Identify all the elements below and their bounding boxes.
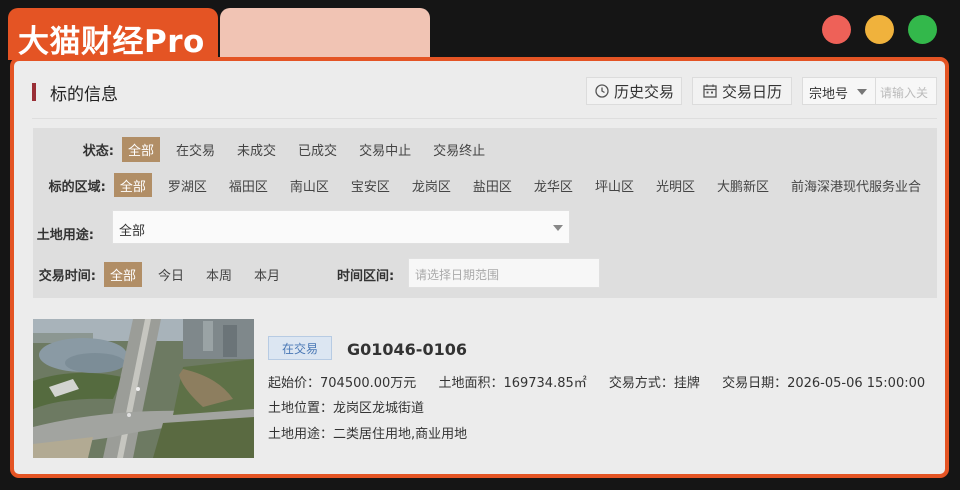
history-trades-label: 历史交易 [613, 82, 674, 101]
close-window-button[interactable] [822, 15, 851, 44]
minimize-window-button[interactable] [865, 15, 894, 44]
area-option-baoan[interactable]: 宝安区 [345, 173, 396, 197]
chevron-down-icon [857, 89, 867, 95]
header-divider [32, 118, 937, 119]
main-content: 标的信息 历史交易 交易日历 宗地号 请输入关 状态: 全部 在交易 未成交 已… [14, 61, 937, 474]
area-option-longhua[interactable]: 龙华区 [528, 173, 579, 197]
land-use-info: 土地用途：二类居住用地,商业用地 [268, 427, 468, 442]
status-filter-label: 状态: [82, 143, 114, 159]
clock-icon [595, 84, 609, 98]
area-filter-label: 标的区域: [48, 179, 106, 195]
section-accent-bar [32, 83, 36, 101]
land-aerial-photo[interactable] [33, 319, 254, 458]
area-option-qianhai[interactable]: 前海深港现代服务业合 [785, 173, 927, 197]
status-option-trading[interactable]: 在交易 [170, 137, 221, 162]
time-option-week[interactable]: 本周 [200, 262, 238, 287]
status-filter-row: 状态: 全部 在交易 未成交 已成交 交易中止 交易终止 [44, 136, 501, 162]
time-option-all[interactable]: 全部 [104, 261, 143, 287]
land-use-select-value: 全部 [119, 224, 146, 239]
chevron-down-icon [553, 225, 563, 231]
area-option-guangming[interactable]: 光明区 [650, 173, 701, 197]
start-price: 起始价：704500.00万元 [268, 376, 417, 391]
status-option-sold[interactable]: 已成交 [292, 137, 343, 162]
land-use-select[interactable]: 全部 [112, 210, 570, 244]
area-option-yantian[interactable]: 盐田区 [467, 173, 518, 197]
status-option-all[interactable]: 全部 [122, 136, 161, 162]
area-option-pingshan[interactable]: 坪山区 [589, 173, 640, 197]
area-option-all[interactable]: 全部 [113, 173, 152, 197]
listing-code[interactable]: G01046-0106 [347, 340, 467, 359]
trade-method: 交易方式：挂牌 [608, 376, 700, 391]
time-option-today[interactable]: 今日 [152, 262, 190, 287]
date-range-input[interactable]: 请选择日期范围 [408, 258, 600, 288]
search-input[interactable]: 请输入关 [876, 77, 937, 105]
maximize-window-button[interactable] [908, 15, 937, 44]
area-option-longgang[interactable]: 龙岗区 [406, 173, 457, 197]
brand-title: 大猫财经Pro [18, 24, 205, 60]
trade-calendar-button[interactable]: 交易日历 [692, 77, 792, 105]
brand-tab[interactable]: 大猫财经Pro [8, 8, 218, 60]
browser-tab[interactable] [220, 8, 430, 58]
search-type-value: 宗地号 [809, 87, 849, 102]
status-option-unsold[interactable]: 未成交 [231, 137, 282, 162]
land-area: 土地面积：169734.85㎡ [438, 376, 587, 391]
land-use-filter-row: 土地用途: [24, 221, 102, 245]
section-title: 标的信息 [50, 85, 118, 105]
time-interval-label: 时间区间: [337, 269, 395, 284]
calendar-icon [703, 84, 717, 98]
status-option-terminated[interactable]: 交易终止 [427, 137, 491, 162]
trade-date: 交易日期：2026-05-06 15:00:00 [722, 376, 926, 391]
status-option-suspended[interactable]: 交易中止 [353, 137, 417, 162]
history-trades-button[interactable]: 历史交易 [586, 77, 682, 105]
listing-info-row: 起始价：704500.00万元 土地面积：169734.85㎡ 交易方式：挂牌 … [268, 372, 943, 391]
search-type-select[interactable]: 宗地号 [802, 77, 876, 105]
content-frame: 标的信息 历史交易 交易日历 宗地号 请输入关 状态: 全部 在交易 未成交 已… [10, 57, 949, 478]
area-filter-row: 标的区域: 全部 罗湖区 福田区 南山区 宝安区 龙岗区 盐田区 龙华区 坪山区… [44, 173, 937, 197]
area-option-futian[interactable]: 福田区 [223, 173, 274, 197]
status-badge: 在交易 [268, 336, 332, 360]
trade-calendar-label: 交易日历 [721, 82, 782, 101]
land-location: 土地位置：龙岗区龙城街道 [268, 401, 425, 416]
aerial-photo-image [33, 319, 254, 458]
area-option-luohu[interactable]: 罗湖区 [162, 173, 213, 197]
time-filter-row: 交易时间: 全部 今日 本周 本月 [26, 261, 296, 287]
area-option-dapeng[interactable]: 大鹏新区 [711, 173, 775, 197]
land-use-filter-label: 土地用途: [36, 227, 94, 243]
time-option-month[interactable]: 本月 [248, 262, 286, 287]
time-filter-label: 交易时间: [38, 268, 96, 284]
area-option-nanshan[interactable]: 南山区 [284, 173, 335, 197]
